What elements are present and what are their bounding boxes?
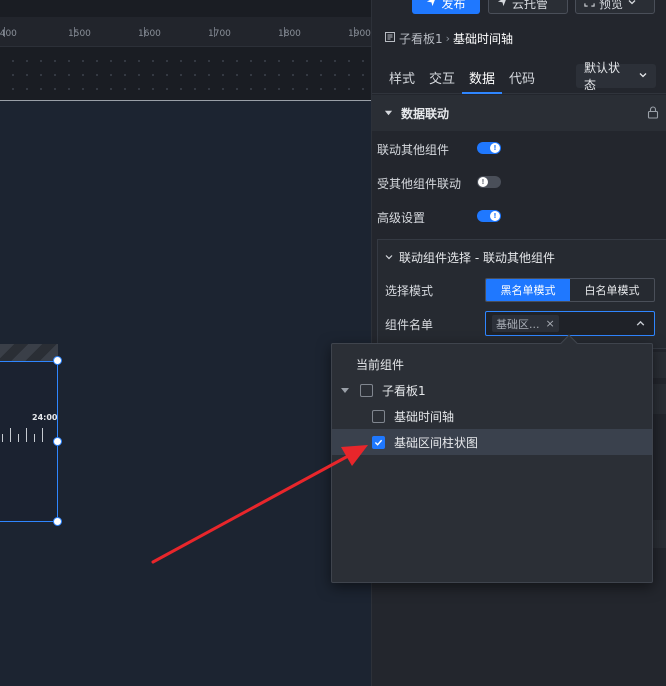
timeline-ticks (0, 424, 44, 442)
tab-code[interactable]: 代码 (509, 68, 535, 87)
ruler-label: 1700 (208, 29, 231, 39)
item-checkbox-checked[interactable] (372, 435, 385, 449)
tab-data[interactable]: 数据 (469, 68, 495, 87)
blacklist-mode-button[interactable]: 黑名单模式 (486, 279, 570, 301)
state-select-value: 默认状态 (584, 61, 621, 92)
selected-tag-text: 基础区... (496, 317, 540, 331)
cloud-hosting-button[interactable]: 云托管 (488, 0, 568, 14)
resize-handle-right[interactable] (53, 437, 62, 446)
tree-item[interactable]: 基础时间轴 (332, 403, 652, 429)
linkage-title-text: 联动组件选择 - 联动其他组件 (399, 251, 555, 265)
tree-item-label: 基础区间柱状图 (394, 435, 479, 450)
publish-label: 发布 (441, 0, 466, 11)
active-tab-indicator (462, 92, 502, 94)
select-mode-label: 选择模式 (385, 284, 434, 298)
caret-down-icon (384, 106, 393, 120)
preview-label: 预览 (599, 0, 624, 11)
tab-style[interactable]: 样式 (389, 68, 415, 87)
send-icon (497, 0, 508, 10)
link-others-label: 联动其他组件 (377, 143, 450, 157)
dropdown-header: 当前组件 (332, 351, 652, 377)
resize-handle-bottom-right[interactable] (53, 517, 62, 526)
panel-tabs: 样式 交互 数据 代码 默认状态 (372, 60, 666, 94)
chevron-down-icon (384, 251, 394, 265)
chevron-down-icon (638, 69, 648, 83)
tree-item-label: 基础时间轴 (394, 409, 455, 424)
ruler-label: 1800 (278, 29, 301, 39)
canvas-dot-grid (0, 48, 371, 100)
breadcrumb-current: 基础时间轴 (453, 32, 514, 46)
caret-down-icon[interactable] (341, 387, 349, 393)
tag-remove-icon[interactable]: × (546, 317, 555, 330)
cloud-hosting-label: 云托管 (512, 0, 549, 11)
link-others-toggle[interactable]: ! (477, 142, 501, 154)
component-list-select[interactable]: 基础区... × (485, 311, 655, 336)
send-icon (426, 0, 437, 10)
dropdown-header-text: 当前组件 (356, 357, 405, 372)
check-icon (374, 439, 383, 446)
group-label: 子看板1 (382, 383, 426, 398)
advanced-settings-label: 高级设置 (377, 211, 426, 225)
canvas-area: 1400 1500 1600 1700 1800 1900 24:00 (0, 0, 371, 686)
section-title: 数据联动 (401, 106, 450, 121)
top-toolbar: 发布 云托管 预览 (372, 0, 666, 18)
preview-button[interactable]: 预览 (575, 0, 655, 14)
group-checkbox[interactable] (360, 383, 373, 397)
item-checkbox[interactable] (372, 409, 385, 423)
tree-item[interactable]: 基础区间柱状图 (332, 429, 652, 455)
advanced-settings-toggle[interactable]: ! (477, 210, 501, 222)
state-select[interactable]: 默认状态 (576, 61, 656, 92)
resize-handle-top-right[interactable] (53, 356, 62, 365)
publish-button[interactable]: 发布 (412, 0, 480, 14)
fullscreen-icon (584, 0, 595, 10)
horizontal-ruler: 1400 1500 1600 1700 1800 1900 (0, 17, 371, 47)
linked-by-others-label: 受其他组件联动 (377, 177, 462, 191)
component-tree-dropdown: 当前组件 子看板1 基础时间轴 基础区间柱状图 (331, 334, 653, 583)
component-header-stripe (0, 344, 58, 362)
timeline-end-label: 24:00 (32, 413, 58, 422)
select-mode-segmented: 黑名单模式 白名单模式 (485, 278, 655, 302)
breadcrumb-parent[interactable]: 子看板1 (399, 30, 443, 47)
chevron-up-icon[interactable] (635, 318, 646, 332)
linkage-component-selector: 联动组件选择 - 联动其他组件 选择模式 黑名单模式 白名单模式 组件名单 基础… (377, 239, 666, 349)
whitelist-mode-button[interactable]: 白名单模式 (570, 279, 654, 301)
ruler-label: 1600 (138, 29, 161, 39)
linked-by-others-toggle[interactable]: ! (477, 176, 501, 188)
linkage-title[interactable]: 联动组件选择 - 联动其他组件 (384, 249, 555, 266)
ruler-label: 1900 (348, 29, 371, 39)
selected-component-tag: 基础区... × (492, 315, 559, 332)
component-list-label: 组件名单 (385, 318, 434, 332)
breadcrumb-separator: › (445, 32, 451, 45)
board-icon (384, 31, 396, 46)
lock-icon[interactable] (647, 106, 659, 122)
ruler-label: 1500 (68, 29, 91, 39)
chevron-down-icon (627, 0, 637, 10)
ruler-label: 1400 (0, 29, 17, 39)
data-linkage-section-header[interactable]: 数据联动 (372, 95, 666, 131)
tree-group-item[interactable]: 子看板1 (332, 377, 652, 403)
breadcrumb: 子看板1 › 基础时间轴 (384, 30, 513, 47)
tab-interaction[interactable]: 交互 (429, 68, 455, 87)
